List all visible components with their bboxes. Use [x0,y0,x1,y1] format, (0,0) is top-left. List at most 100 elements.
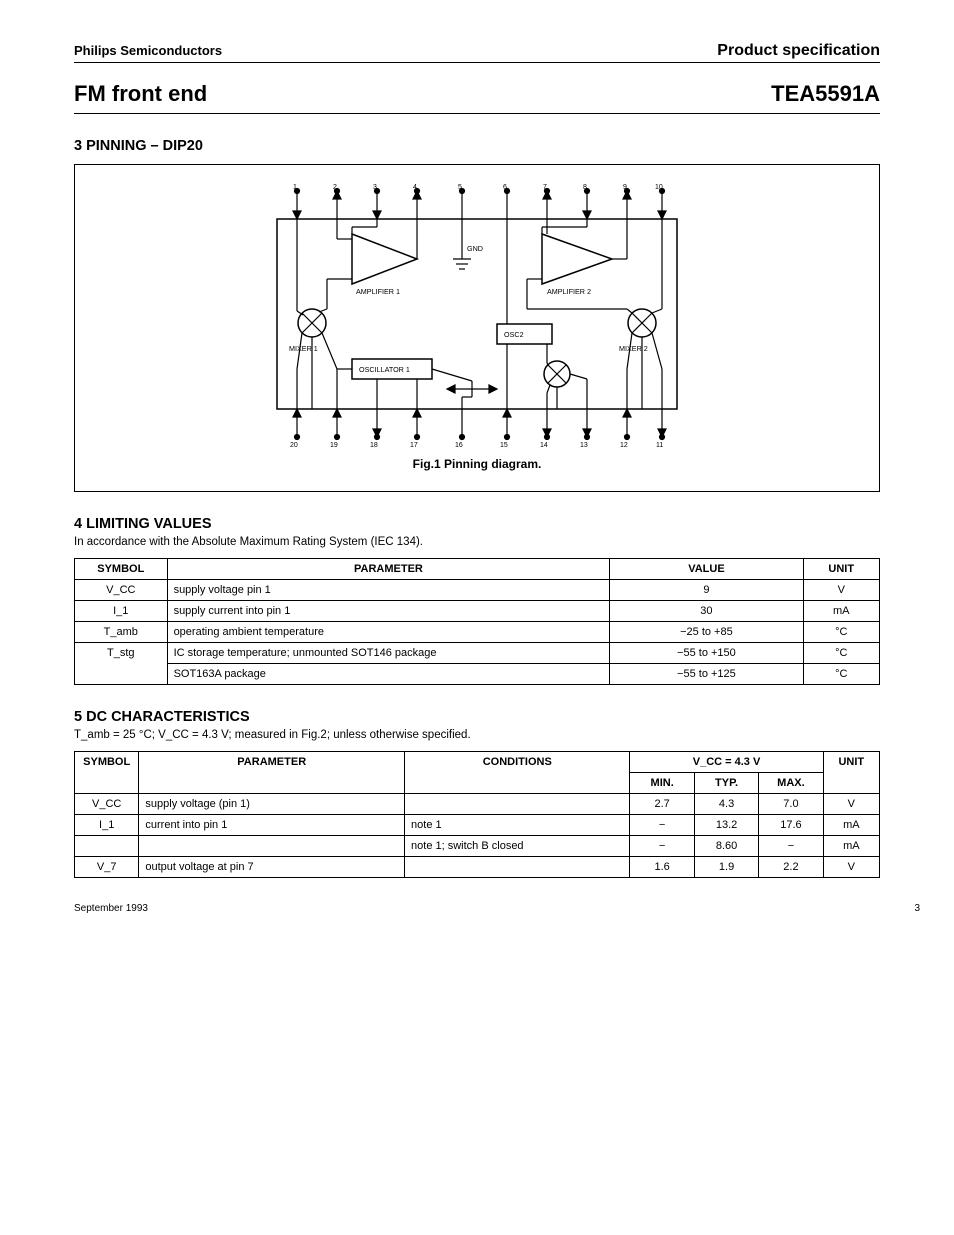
pin-5-label: 5 [458,184,462,191]
mixer2-label: MIXER 2 [619,344,648,353]
abs-r3-par: IC storage temperature; unmounted SOT146… [167,643,610,664]
abs-r4-val: −55 to +125 [610,664,803,685]
pin-12-label: 12 [620,442,628,449]
ch-r1-sym: I_1 [75,815,139,836]
ch-h-param: PARAMETER [139,752,405,794]
ch-r2-typ: 8.60 [694,836,758,857]
abs-r1-par: supply current into pin 1 [167,601,610,622]
pin-11-label: 11 [656,442,663,449]
abs-r0-val: 9 [610,580,803,601]
osc1-label: OSCILLATOR 1 [359,365,410,374]
abs-r1-val: 30 [610,601,803,622]
abs-r0-par: supply voltage pin 1 [167,580,610,601]
abs-r3-sym: T_stg [75,643,168,685]
ch-r2-par [139,836,405,857]
ch-r3-min: 1.6 [630,857,694,878]
part-number: TEA5591A [771,81,880,107]
footer-date: September 1993 [74,903,148,914]
pin-7-label: 7 [543,184,547,191]
pin-19-label: 19 [330,442,338,449]
ch-h-typ: TYP. [694,773,758,794]
abs-r3-unit: °C [803,643,879,664]
ch-r1-min: − [630,815,694,836]
ch-r3-max: 2.2 [759,857,823,878]
ch-r2-unit: mA [823,836,879,857]
section-char-heading: 5 DC CHARACTERISTICS [74,709,880,725]
ch-r2-cond: note 1; switch B closed [405,836,630,857]
ch-h-cond: CONDITIONS [405,752,630,794]
ch-r0-sym: V_CC [75,794,139,815]
ch-r0-max: 7.0 [759,794,823,815]
amp2-label: AMPLIFIER 2 [547,287,591,296]
ch-r1-typ: 13.2 [694,815,758,836]
section-pinning-heading: 3 PINNING – DIP20 [74,138,880,154]
pin-14-label: 14 [540,442,548,449]
ch-h-unit: UNIT [823,752,879,794]
ch-r2-min: − [630,836,694,857]
pin-18-label: 18 [370,442,378,449]
pin-2-label: 2 [333,184,337,191]
ch-r1-par: current into pin 1 [139,815,405,836]
ch-r0-par: supply voltage (pin 1) [139,794,405,815]
gnd-label: GND [467,244,483,253]
osc2-label: OSC2 [504,330,524,339]
ch-r3-cond [405,857,630,878]
ch-r3-typ: 1.9 [694,857,758,878]
abs-r4-par: SOT163A package [167,664,610,685]
abs-r4-unit: °C [803,664,879,685]
ch-h-symbol: SYMBOL [75,752,139,794]
figure-1-box: 1 2 3 4 5 6 7 8 9 10 [74,164,880,492]
doc-type: Product specification [717,42,880,60]
pin-13-label: 13 [580,442,588,449]
pin-15-label: 15 [500,442,508,449]
pin-3-label: 3 [373,184,377,191]
ch-r0-cond [405,794,630,815]
abs-r2-par: operating ambient temperature [167,622,610,643]
page-number: 3 [914,903,920,914]
abs-r2-val: −25 to +85 [610,622,803,643]
ch-r3-par: output voltage at pin 7 [139,857,405,878]
pin-4-label: 4 [413,184,417,191]
product-title: FM front end [74,81,207,107]
pin-20-label: 20 [290,442,298,449]
pin-10-label: 10 [655,184,663,191]
amp1-label: AMPLIFIER 1 [356,287,400,296]
pin-9-label: 9 [623,184,627,191]
mixer1-label: MIXER 1 [289,344,318,353]
abs-r3-val: −55 to +150 [610,643,803,664]
pin-1-label: 1 [293,184,297,191]
abs-r0-unit: V [803,580,879,601]
figure-1-caption: Fig.1 Pinning diagram. [85,457,869,471]
ch-r0-unit: V [823,794,879,815]
abs-h-symbol: SYMBOL [75,559,168,580]
ch-r2-max: − [759,836,823,857]
dc-char-table: SYMBOL PARAMETER CONDITIONS V_CC = 4.3 V… [74,751,880,878]
ch-r2-sym [75,836,139,857]
company-name: Philips Semiconductors [74,43,222,58]
abs-r2-sym: T_amb [75,622,168,643]
abs-r0-sym: V_CC [75,580,168,601]
pin-16-label: 16 [455,442,463,449]
ch-r0-min: 2.7 [630,794,694,815]
page: Philips Semiconductors Product specifica… [0,0,954,938]
ch-r1-unit: mA [823,815,879,836]
pin-8-label: 8 [583,184,587,191]
abs-note: In accordance with the Absolute Maximum … [74,536,880,548]
pin-17-label: 17 [410,442,418,449]
ch-r1-max: 17.6 [759,815,823,836]
abs-h-unit: UNIT [803,559,879,580]
ch-r0-typ: 4.3 [694,794,758,815]
ch-r3-sym: V_7 [75,857,139,878]
title-bar: FM front end TEA5591A [74,81,880,114]
ch-h-max: MAX. [759,773,823,794]
ch-h-vcc: V_CC = 4.3 V [630,752,823,773]
section-abs-heading: 4 LIMITING VALUES [74,516,880,532]
abs-h-param: PARAMETER [167,559,610,580]
abs-max-table: SYMBOL PARAMETER VALUE UNIT V_CC supply … [74,558,880,685]
page-header: Philips Semiconductors Product specifica… [74,42,880,63]
abs-h-value: VALUE [610,559,803,580]
ch-h-min: MIN. [630,773,694,794]
char-conditions: T_amb = 25 °C; V_CC = 4.3 V; measured in… [74,729,880,741]
abs-r1-unit: mA [803,601,879,622]
block-diagram: 1 2 3 4 5 6 7 8 9 10 [207,179,747,449]
